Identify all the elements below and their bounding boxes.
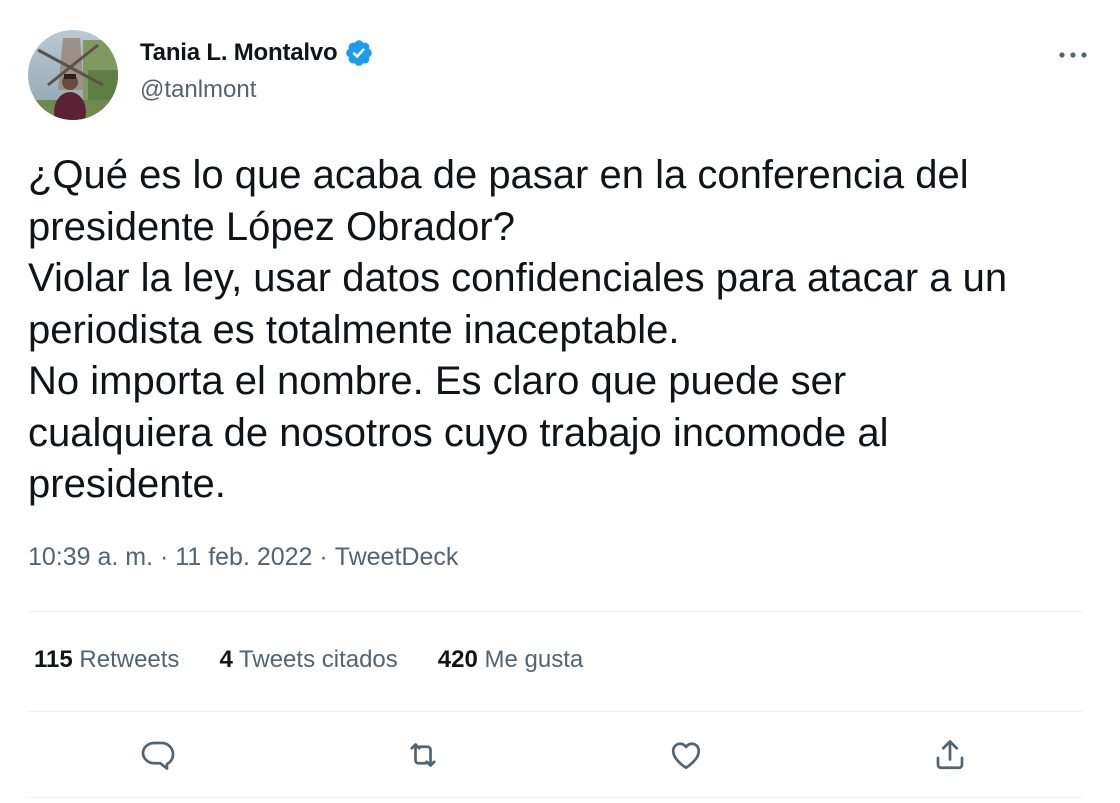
tweet-text-line: presidente López Obrador? [28,204,515,249]
more-dots-icon[interactable] [1058,36,1088,64]
author-display-name[interactable]: Tania L. Montalvo [140,39,338,67]
retweet-button[interactable] [403,735,443,775]
retweets-stat[interactable]: 115 Retweets [34,646,179,674]
author-name-row[interactable]: Tania L. Montalvo [140,38,374,68]
like-icon [671,742,701,770]
likes-stat[interactable]: 420 Me gusta [438,646,583,674]
tweet-card: Tania L. Montalvo @tanlmont ¿Qué es lo q… [0,0,1120,803]
avatar-photo [28,30,118,120]
quotes-stat[interactable]: 4 Tweets citados [219,646,397,674]
likes-label: Me gusta [484,646,584,673]
tweet-time[interactable]: 10:39 a. m. [28,543,153,572]
divider [28,611,1083,612]
tweet-text-line: cualquiera de nosotros cuyo trabajo inco… [28,410,889,455]
divider [28,797,1083,798]
meta-separator: · [153,543,176,571]
retweets-count: 115 [34,646,73,673]
share-button[interactable] [930,735,970,775]
quotes-count: 4 [219,646,233,673]
tweet-meta: 10:39 a. m. · 11 feb. 2022 · TweetDeck [28,543,458,572]
tweet-text-line: ¿Qué es lo que acaba de pasar en la conf… [28,153,969,197]
tweet-text-line: No importa el nombre. Es claro que puede… [28,359,847,403]
divider [28,711,1083,712]
author-handle[interactable]: @tanlmont [140,76,256,104]
meta-separator: · [312,543,335,571]
like-button[interactable] [666,735,706,775]
tweet-text: ¿Qué es lo que acaba de pasar en la conf… [28,150,1098,511]
likes-count: 420 [437,646,478,673]
reply-button[interactable] [138,735,178,775]
reply-icon [141,741,175,770]
avatar[interactable] [28,30,118,120]
tweet-date[interactable]: 11 feb. 2022 [175,543,312,572]
share-icon [936,740,964,770]
verified-badge-icon [344,38,374,68]
retweets-label: Retweets [79,646,180,673]
quotes-label: Tweets citados [239,646,398,673]
tweet-text-line: periodista es totalmente inaceptable. [28,307,680,352]
tweet-text-line: Violar la ley, usar datos confidenciales… [28,256,1008,300]
retweet-icon [410,743,436,767]
tweet-text-line: presidente. [28,462,226,506]
tweet-source[interactable]: TweetDeck [335,543,459,572]
tweet-stats: 115 Retweets 4 Tweets citados 420 Me gus… [34,646,583,674]
